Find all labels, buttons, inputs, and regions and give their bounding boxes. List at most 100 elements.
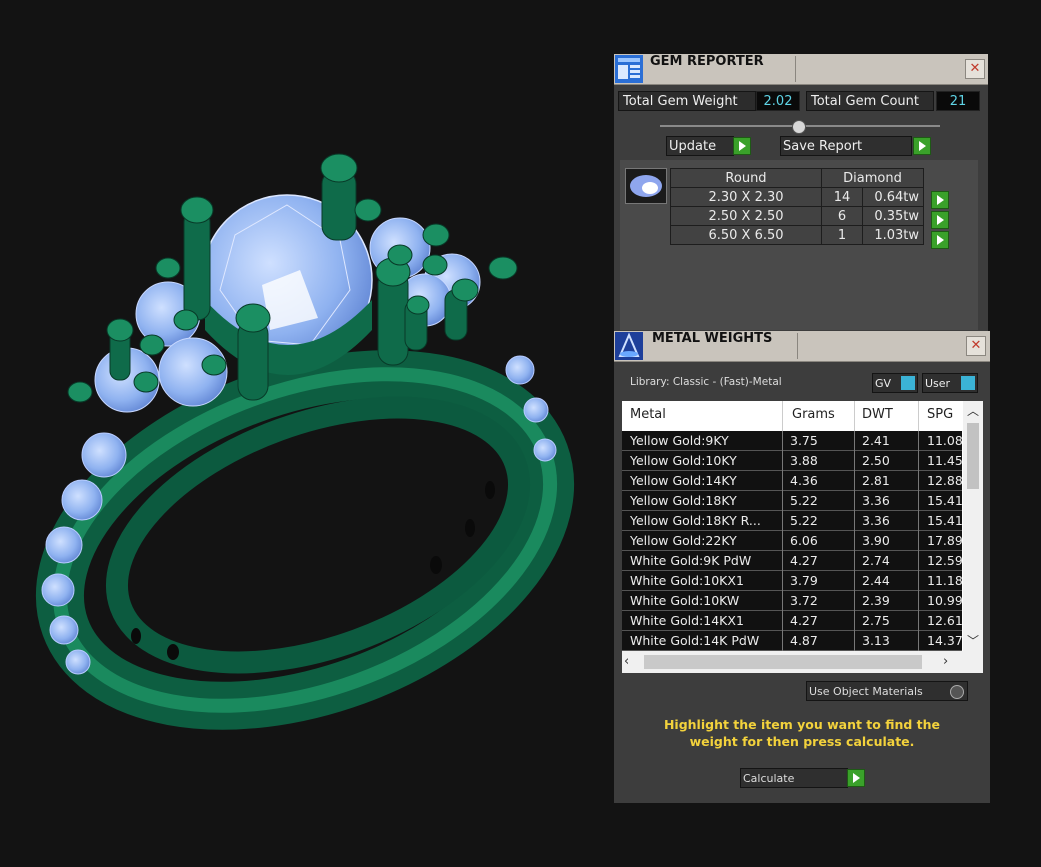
metal-cell-dwt: 2.41 xyxy=(862,433,890,448)
col-grams-header[interactable]: Grams xyxy=(792,401,835,429)
column-divider xyxy=(854,451,855,471)
metal-cell-grams: 4.36 xyxy=(790,473,818,488)
gem-weight: 0.64tw xyxy=(862,187,924,207)
metal-cell-grams: 4.27 xyxy=(790,613,818,628)
metal-cell-spg: 10.99 xyxy=(927,593,962,608)
update-label: Update xyxy=(669,139,717,154)
metal-cell-metal: Yellow Gold:22KY xyxy=(630,533,737,548)
metal-row[interactable]: Yellow Gold:18KY R... 5.22 3.36 15.41 xyxy=(622,511,962,531)
gem-table: Round Diamond 2.30 X 2.30 14 0.64tw 2.50… xyxy=(670,168,924,245)
metal-cell-grams: 3.88 xyxy=(790,453,818,468)
gem-material-header: Diamond xyxy=(821,168,924,188)
col-dwt-header[interactable]: DWT xyxy=(862,401,893,429)
metal-row[interactable]: Yellow Gold:14KY 4.36 2.81 12.88 xyxy=(622,471,962,491)
gv-label: GV xyxy=(875,377,892,390)
library-label: Library: Classic - (Fast)-Metal xyxy=(630,376,782,388)
use-object-materials-toggle[interactable]: Use Object Materials xyxy=(806,681,968,701)
metal-row[interactable]: White Gold:10KX1 3.79 2.44 11.18 xyxy=(622,571,962,591)
column-divider xyxy=(854,471,855,491)
metal-row[interactable]: White Gold:14K PdW 4.87 3.13 14.37 xyxy=(622,631,962,651)
gem-shape-header: Round xyxy=(670,168,822,188)
calculate-button[interactable]: Calculate xyxy=(740,768,848,788)
col-spg-header[interactable]: SPG xyxy=(927,401,953,429)
metal-row[interactable]: Yellow Gold:9KY 3.75 2.41 11.08 xyxy=(622,431,962,451)
total-gem-weight-value: 2.02 xyxy=(756,91,800,111)
column-divider xyxy=(854,591,855,611)
metal-row[interactable]: Yellow Gold:18KY 5.22 3.36 15.41 xyxy=(622,491,962,511)
gem-row[interactable]: 2.50 X 2.50 6 0.35tw xyxy=(670,206,924,226)
scroll-right-icon[interactable]: › xyxy=(943,651,959,673)
calculate-go-icon[interactable] xyxy=(847,769,865,787)
col-metal-header[interactable]: Metal xyxy=(630,401,666,429)
save-report-go-icon[interactable] xyxy=(913,137,931,155)
radio-icon xyxy=(950,685,964,699)
gem-count: 6 xyxy=(821,206,863,226)
column-divider xyxy=(854,531,855,551)
metal-cell-metal: White Gold:14K PdW xyxy=(630,633,760,648)
gem-list-area: Round Diamond 2.30 X 2.30 14 0.64tw 2.50… xyxy=(620,160,978,330)
update-button[interactable]: Update xyxy=(666,136,734,156)
slider-handle-icon[interactable] xyxy=(792,120,806,134)
gem-weight: 1.03tw xyxy=(862,225,924,245)
size-slider[interactable] xyxy=(660,120,940,134)
metal-cell-grams: 4.27 xyxy=(790,553,818,568)
metal-cell-dwt: 2.50 xyxy=(862,453,890,468)
metal-weights-icon xyxy=(615,332,643,360)
metal-weights-titlebar[interactable]: METAL WEIGHTS ✕ xyxy=(614,331,990,362)
scroll-left-icon[interactable]: ‹ xyxy=(624,651,640,673)
gem-row[interactable]: 2.30 X 2.30 14 0.64tw xyxy=(670,187,924,207)
column-divider xyxy=(782,471,783,491)
metal-row[interactable]: White Gold:10KW 3.72 2.39 10.99 xyxy=(622,591,962,611)
scroll-down-icon[interactable]: ﹀ xyxy=(963,631,983,651)
gem-size: 6.50 X 6.50 xyxy=(670,225,822,245)
metal-cell-dwt: 2.74 xyxy=(862,553,890,568)
metal-cell-spg: 12.61 xyxy=(927,613,962,628)
instruction-text: Highlight the item you want to find the … xyxy=(663,717,941,749)
metal-row[interactable]: Yellow Gold:22KY 6.06 3.90 17.89 xyxy=(622,531,962,551)
metal-cell-grams: 5.22 xyxy=(790,493,818,508)
gem-row-go-icon[interactable] xyxy=(931,231,949,249)
metal-cell-spg: 15.41 xyxy=(927,513,962,528)
vertical-scrollbar[interactable]: ︿ ﹀ xyxy=(963,401,983,651)
metal-row[interactable]: Yellow Gold:10KY 3.88 2.50 11.45 xyxy=(622,451,962,471)
scroll-up-icon[interactable]: ︿ xyxy=(963,401,983,421)
metal-cell-metal: Yellow Gold:18KY xyxy=(630,493,737,508)
hscroll-thumb[interactable] xyxy=(644,655,922,669)
gem-reporter-titlebar[interactable]: GEM REPORTER ✕ xyxy=(614,54,988,85)
3d-viewport[interactable] xyxy=(0,0,612,863)
round-gem-icon xyxy=(625,168,667,204)
metal-row[interactable]: White Gold:9K PdW 4.27 2.74 12.59 xyxy=(622,551,962,571)
metal-cell-spg: 12.59 xyxy=(927,553,962,568)
column-divider xyxy=(854,631,855,651)
metal-table: Metal Grams DWT SPG Yellow Gold:9KY 3.75 2… xyxy=(622,401,983,673)
metal-cell-dwt: 3.36 xyxy=(862,493,890,508)
metal-cell-grams: 3.72 xyxy=(790,593,818,608)
metal-weights-panel: METAL WEIGHTS ✕ Library: Classic - (Fast… xyxy=(614,331,990,803)
column-divider xyxy=(918,631,919,651)
column-divider xyxy=(782,571,783,591)
metal-cell-spg: 14.37 xyxy=(927,633,962,648)
metal-cell-dwt: 2.39 xyxy=(862,593,890,608)
total-gem-count-value: 21 xyxy=(936,91,980,111)
metal-cell-grams: 3.79 xyxy=(790,573,818,588)
gem-size: 2.50 X 2.50 xyxy=(670,206,822,226)
save-report-button[interactable]: Save Report xyxy=(780,136,912,156)
metal-row[interactable]: White Gold:14KX1 4.27 2.75 12.61 xyxy=(622,611,962,631)
column-divider xyxy=(918,431,919,451)
gem-reporter-close-icon[interactable]: ✕ xyxy=(965,59,985,79)
column-divider xyxy=(782,551,783,571)
gv-toggle[interactable]: GV xyxy=(872,373,918,393)
gem-row-go-icon[interactable] xyxy=(931,191,949,209)
metal-weights-close-icon[interactable]: ✕ xyxy=(966,336,986,356)
metal-cell-spg: 11.18 xyxy=(927,573,962,588)
metal-cell-spg: 17.89 xyxy=(927,533,962,548)
column-divider xyxy=(782,591,783,611)
horizontal-scrollbar[interactable]: ‹ › xyxy=(622,651,983,673)
user-toggle[interactable]: User xyxy=(922,373,978,393)
calculate-label: Calculate xyxy=(743,772,795,785)
metal-table-header: Metal Grams DWT SPG xyxy=(622,401,962,431)
gem-row[interactable]: 6.50 X 6.50 1 1.03tw xyxy=(670,225,924,245)
update-go-icon[interactable] xyxy=(733,137,751,155)
scroll-thumb[interactable] xyxy=(967,423,979,489)
gem-row-go-icon[interactable] xyxy=(931,211,949,229)
